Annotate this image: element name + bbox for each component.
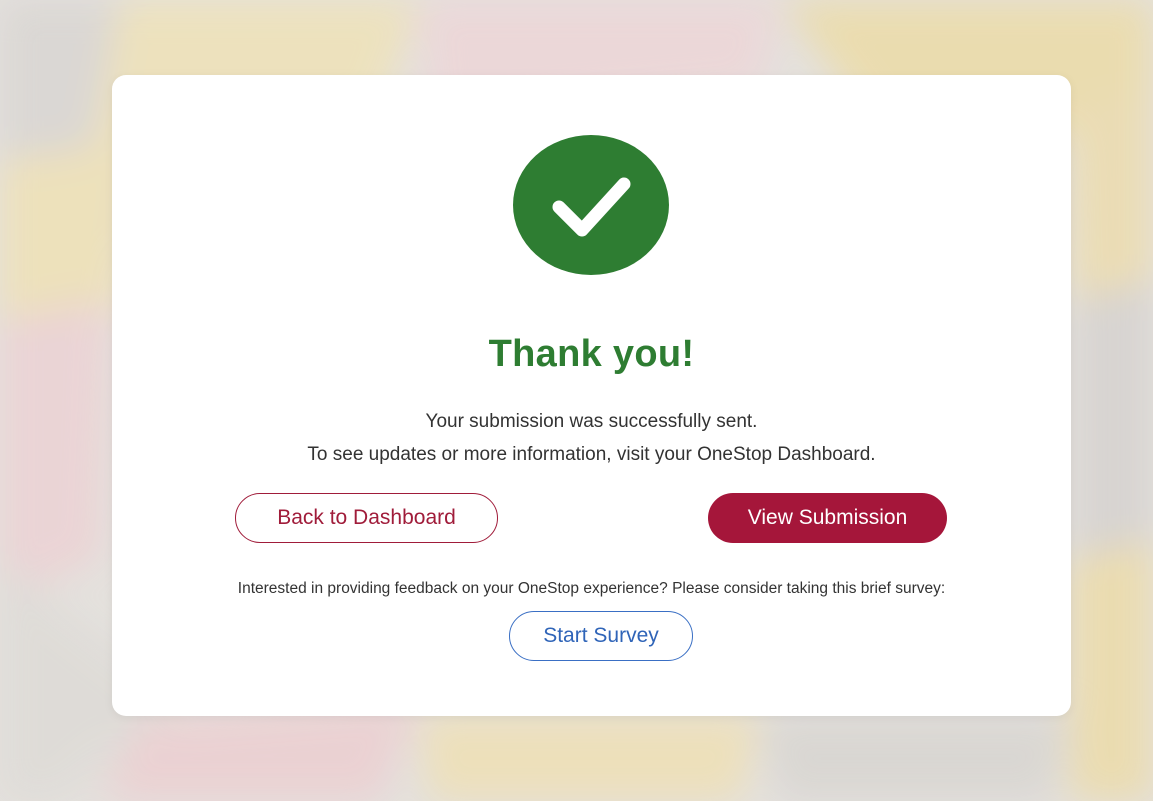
page-title: Thank you! <box>488 333 695 375</box>
survey-prompt: Interested in providing feedback on your… <box>237 580 946 597</box>
success-checkmark-icon <box>513 135 669 275</box>
start-survey-button[interactable]: Start Survey <box>509 611 693 661</box>
success-circle <box>513 135 669 275</box>
confirmation-card: Thank you! Your submission was successfu… <box>112 75 1071 716</box>
dashboard-info-message: To see updates or more information, visi… <box>307 444 876 465</box>
success-message: Your submission was successfully sent. <box>425 411 758 432</box>
view-submission-button[interactable]: View Submission <box>708 493 947 543</box>
back-to-dashboard-button[interactable]: Back to Dashboard <box>235 493 498 543</box>
